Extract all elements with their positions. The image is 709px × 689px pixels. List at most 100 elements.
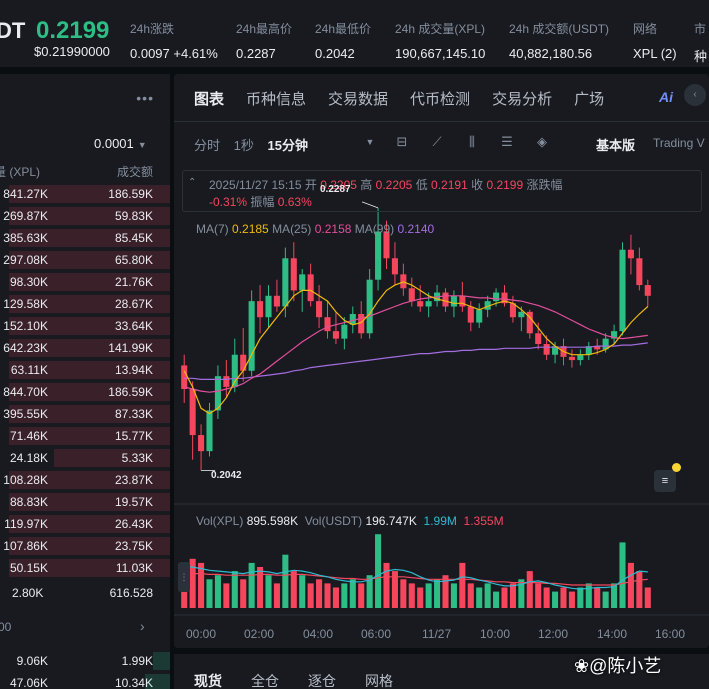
ma7-value: 0.2185: [232, 222, 269, 236]
volume-bar: [627, 562, 634, 608]
volume-bar: [223, 583, 230, 608]
ask-row[interactable]: 844.70K 186.59K: [0, 382, 170, 402]
low-price-marker: 0.2042: [211, 470, 242, 481]
volume-bar: [552, 591, 559, 608]
ask-row[interactable]: 108.28K 23.87K: [0, 470, 170, 490]
volume-bar: [568, 591, 575, 608]
precision-select[interactable]: 0.0001 ▼: [94, 136, 147, 151]
candle-body: [181, 365, 188, 389]
candle-body: [332, 331, 339, 339]
watermark: ❀@陈小艺: [574, 656, 662, 676]
volume-bar: [585, 583, 592, 608]
ask-row[interactable]: 24.18K 5.33K: [0, 448, 170, 468]
volume-bar: [535, 583, 542, 608]
more-dots-icon[interactable]: •••: [136, 90, 154, 106]
last-trade-qty: 2.80K: [12, 586, 44, 600]
symbol-name[interactable]: DT: [0, 18, 25, 44]
ask-row[interactable]: 642.23K 141.99K: [0, 338, 170, 358]
volume-bar: [341, 583, 348, 608]
ask-row[interactable]: 98.30K 21.76K: [0, 272, 170, 292]
tab-isolated-margin[interactable]: 逐仓: [308, 671, 336, 689]
volume-bar: [206, 579, 213, 608]
ask-row[interactable]: 107.86K 23.75K: [0, 536, 170, 556]
candle-body: [543, 344, 550, 355]
candlestick-chart[interactable]: [174, 74, 709, 648]
ask-row[interactable]: 129.58K 28.67K: [0, 294, 170, 314]
volume-bar: [434, 579, 441, 608]
ask-qty: 269.87K: [3, 209, 48, 223]
ohlc-info-box: ⌃ 2025/11/27 15:15 开 0.2205 高 0.2205 低 0…: [182, 170, 702, 212]
candle-body: [636, 258, 643, 286]
volume-bar: [307, 583, 314, 608]
stat-label: 24h 成交量(XPL): [395, 22, 486, 36]
ask-row[interactable]: 119.97K 26.43K: [0, 514, 170, 534]
candle-body: [341, 324, 348, 339]
volume-bar: [189, 558, 196, 608]
ticker-header: DT 0.2199 $0.21990000 24h涨跌 0.0097 +4.61…: [0, 0, 709, 68]
tab-grid[interactable]: 网格: [365, 671, 393, 689]
candle-body: [577, 354, 584, 361]
stat-value: 0.0097 +4.61%: [130, 46, 218, 61]
stat-24h-low: 24h最低价 0.2042: [315, 20, 371, 61]
ask-total: 87.33K: [114, 407, 153, 421]
volume-bar: [265, 575, 272, 608]
ask-row[interactable]: 385.63K 85.45K: [0, 228, 170, 248]
ask-row[interactable]: 395.55K 87.33K: [0, 404, 170, 424]
bid-row[interactable]: 47.06K 10.34K: [0, 673, 170, 689]
vol-xpl-value: 895.598K: [246, 514, 299, 528]
ask-row[interactable]: 152.10K 33.64K: [0, 316, 170, 336]
column-total-header: 成交额: [116, 165, 153, 179]
column-qty-header: 量 (XPL): [0, 165, 41, 179]
ask-row[interactable]: 63.11K 13.94K: [0, 360, 170, 380]
depth-bar: [153, 652, 170, 670]
volume-bar: [240, 579, 247, 608]
chevron-up-icon[interactable]: ⌃: [188, 177, 196, 188]
stat-value: 0.2042: [315, 46, 355, 61]
candle-body: [518, 311, 525, 318]
change-value: -0.31%: [209, 195, 248, 209]
order-list-icon[interactable]: ≡: [654, 470, 676, 492]
stat-label: 24h 成交额(USDT): [509, 22, 610, 36]
ask-row[interactable]: 841.27K 186.59K: [0, 184, 170, 204]
stat-24h-high: 24h最高价 0.2287: [236, 20, 292, 61]
ask-row[interactable]: 71.46K 15.77K: [0, 426, 170, 446]
candle-body: [299, 274, 306, 291]
stat-value: 40,882,180.56: [509, 46, 593, 61]
candle-body: [644, 285, 651, 296]
ask-row[interactable]: 297.08K 65.80K: [0, 250, 170, 270]
ask-total: 33.64K: [114, 319, 153, 333]
candle-body: [375, 231, 382, 280]
tab-spot[interactable]: 现货: [194, 671, 222, 689]
stat-24h-volume: 24h 成交量(XPL) 190,667,145.10: [395, 20, 485, 61]
tab-cross-margin[interactable]: 全仓: [251, 671, 279, 689]
ask-total: 85.45K: [114, 231, 153, 245]
stat-label: 24h最低价: [315, 22, 372, 36]
x-tick: 16:00: [655, 627, 686, 641]
ask-qty: 98.30K: [9, 275, 48, 289]
drag-handle-icon[interactable]: ⋮: [178, 562, 190, 592]
candle-body: [417, 301, 424, 307]
chevron-right-icon[interactable]: ›: [140, 618, 145, 634]
volume-bar: [349, 579, 356, 608]
ask-row[interactable]: 88.83K 19.57K: [0, 492, 170, 512]
low-label: 低: [415, 178, 428, 192]
volume-bar: [594, 587, 601, 608]
stat-24h-turnover: 24h 成交额(USDT) 40,882,180.56: [509, 20, 609, 61]
candle-body: [198, 435, 205, 452]
volume-bar: [526, 571, 533, 608]
volume-bar: [324, 583, 331, 608]
ask-row[interactable]: 269.87K 59.83K: [0, 206, 170, 226]
ask-total: 186.59K: [108, 385, 153, 399]
bid-row[interactable]: 9.06K 1.99K: [0, 651, 170, 671]
stat-label: 网络: [633, 22, 658, 36]
ask-qty: 63.11K: [10, 363, 48, 377]
candle-body: [493, 292, 500, 302]
volume-bar: [375, 534, 382, 608]
stat-network[interactable]: 网络 XPL (2): [633, 20, 677, 61]
ask-total: 65.80K: [114, 253, 153, 267]
precision-value: 0.0001: [94, 136, 134, 151]
vol-xpl-label: Vol(XPL): [196, 514, 244, 528]
volume-bar: [577, 587, 584, 608]
ask-row[interactable]: 50.15K 11.03K: [0, 558, 170, 578]
vol-ma1-value: 1.99M: [423, 514, 457, 528]
